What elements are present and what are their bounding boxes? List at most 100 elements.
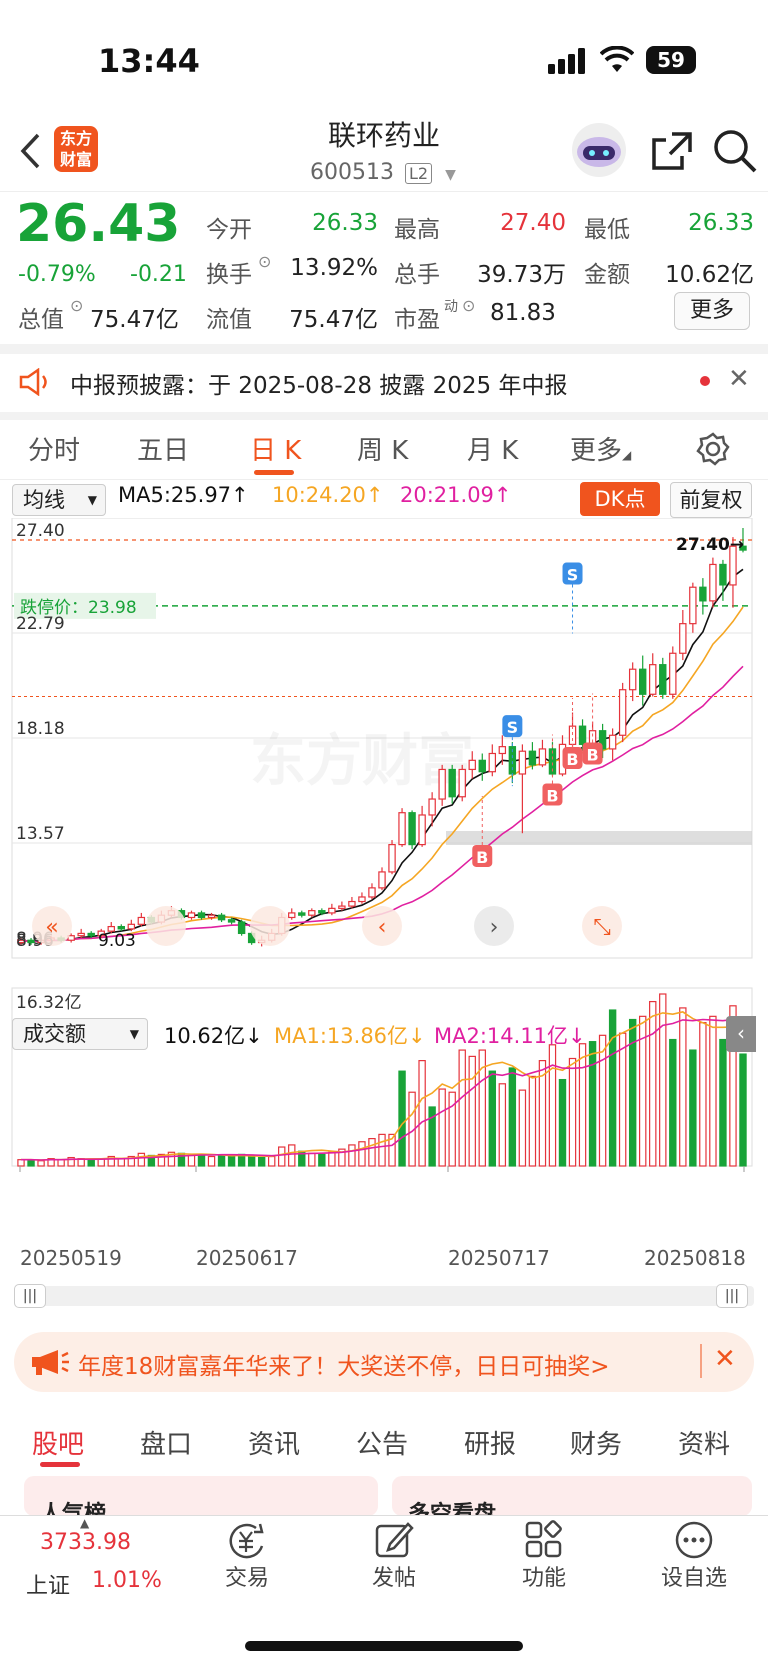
chart-nav-glyph: « <box>45 915 58 940</box>
info-dots-icon[interactable]: ⊙ <box>462 296 475 315</box>
chart-nav-button[interactable]: « <box>32 906 72 946</box>
popularity-card[interactable]: 人气榜 <box>24 1476 378 1516</box>
change-amount: -0.21 <box>130 262 187 287</box>
tab-guba[interactable]: 股吧 <box>32 1424 84 1461</box>
search-icon[interactable] <box>712 128 758 174</box>
notice-bar[interactable]: 中报预披露：于 2025-08-28 披露 2025 年中报 ✕ <box>0 352 768 410</box>
tab-weekly-k[interactable]: 周 K <box>357 430 408 467</box>
period-tabs: 分时 五日 日 K 周 K 月 K 更多◢ <box>0 420 768 480</box>
price-axis-label: 13.57 <box>16 824 65 844</box>
vol-ma1: MA1:13.86亿↓ <box>274 1020 426 1056</box>
pe-value: 81.83 <box>490 300 556 326</box>
chart-nav-glyph: ⤡ <box>593 915 611 940</box>
index-value[interactable]: 3733.98 <box>40 1530 131 1555</box>
promo-banner[interactable]: 年度18财富嘉年华来了！大奖送不停，日日可抽奖> ✕ <box>14 1332 754 1392</box>
collapse-panel-icon[interactable]: ‹ <box>726 1016 756 1052</box>
volume-label: 总手 <box>394 262 440 288</box>
close-icon[interactable]: ✕ <box>728 364 750 394</box>
vol-ma1-label: MA1:13.86亿 <box>274 1024 409 1048</box>
post-edit-icon[interactable] <box>374 1520 414 1560</box>
ma20-line <box>20 665 744 943</box>
tab-finance[interactable]: 财务 <box>570 1424 622 1461</box>
info-dots-icon[interactable]: ⊙ <box>70 296 83 315</box>
volume-bar <box>398 1070 406 1167</box>
tab-news[interactable]: 资讯 <box>248 1424 300 1461</box>
dk-points-button[interactable]: DK点 <box>580 482 660 516</box>
chart-nav-button[interactable] <box>146 906 186 946</box>
share-icon[interactable] <box>650 130 694 172</box>
megaphone-icon <box>32 1350 69 1375</box>
candle-body <box>388 843 396 873</box>
candle-body <box>618 689 627 736</box>
adjust-price-button[interactable]: 前复权 <box>670 482 752 518</box>
chart-nav-button[interactable]: › <box>474 906 514 946</box>
candle-body <box>458 768 466 798</box>
nav-functions[interactable]: 功能 <box>499 1560 589 1592</box>
tab-intraday[interactable]: 分时 <box>28 430 80 467</box>
candle-body <box>448 768 456 798</box>
volume-bar <box>739 1053 747 1167</box>
candle-body <box>338 905 346 909</box>
signal-label: B <box>476 848 488 867</box>
volume-bar <box>278 1146 286 1167</box>
indicator-selector[interactable]: 均线 ▼ <box>12 484 106 516</box>
candle <box>438 764 446 806</box>
tab-research[interactable]: 研报 <box>464 1424 516 1461</box>
tab-daily-k[interactable]: 日 K <box>250 430 301 467</box>
volume-bar <box>608 1009 617 1167</box>
battery-icon: 59 <box>646 46 696 74</box>
volume-bar <box>669 1038 677 1167</box>
nav-add-watchlist[interactable]: 设自选 <box>649 1560 739 1592</box>
volume-bar <box>618 1032 627 1167</box>
high-label: 最高 <box>394 217 440 243</box>
low-label: 最低 <box>584 217 630 243</box>
tab-pankou[interactable]: 盘口 <box>140 1424 192 1461</box>
volume-bar <box>488 1070 497 1167</box>
status-time: 13:44 <box>98 42 200 80</box>
tab-more[interactable]: 更多◢ <box>570 430 631 467</box>
stock-code-row[interactable]: 600513 L2 ▼ <box>310 160 456 185</box>
settings-gear-icon[interactable] <box>696 432 730 466</box>
signal-label: S <box>507 718 519 737</box>
nav-trade[interactable]: 交易 <box>202 1560 292 1592</box>
long-short-card[interactable]: 多空看盘 <box>392 1476 752 1516</box>
more-quote-button[interactable]: 更多 <box>674 292 750 330</box>
promo-text: 年度18财富嘉年华来了！大奖送不停，日日可抽奖> <box>78 1354 610 1380</box>
volume-bar <box>548 1044 557 1167</box>
volume-bar <box>649 1000 657 1167</box>
candle-body <box>608 734 617 750</box>
caret-up-icon: ▲ <box>80 1516 90 1530</box>
candle-body <box>418 814 426 846</box>
range-handle-left[interactable]: ||| <box>14 1284 46 1308</box>
volume-indicator-selector[interactable]: 成交额 ▼ <box>12 1018 148 1050</box>
volume-bar <box>659 993 667 1167</box>
tab-profile[interactable]: 资料 <box>678 1424 730 1461</box>
trade-yen-icon[interactable] <box>226 1520 268 1560</box>
functions-grid-icon[interactable] <box>524 1520 564 1560</box>
tab-five-day[interactable]: 五日 <box>137 430 189 467</box>
candle <box>127 919 136 932</box>
candle <box>709 557 717 608</box>
close-icon[interactable]: ✕ <box>714 1344 736 1374</box>
chart-nav-button[interactable]: ‹ <box>362 906 402 946</box>
tab-monthly-k[interactable]: 月 K <box>467 430 518 467</box>
down-arrow-icon: ↓ <box>245 1024 263 1048</box>
candle-body <box>288 912 296 919</box>
candle <box>237 919 246 936</box>
chart-nav-button[interactable]: ⤡ <box>582 906 622 946</box>
candle-body <box>438 768 446 800</box>
volume-bar <box>227 1155 236 1167</box>
chart-nav-button[interactable] <box>250 906 290 946</box>
info-dots-icon[interactable]: ⊙ <box>258 252 271 271</box>
volume-bar <box>187 1154 196 1167</box>
kline-chart[interactable]: 东方财富跌停价：23.9827.4022.7918.1813.578.9627.… <box>0 518 768 1238</box>
candle-body <box>699 586 707 602</box>
volume-bar <box>438 1088 446 1167</box>
robot-avatar-icon[interactable] <box>570 122 628 178</box>
watchlist-dots-icon[interactable] <box>674 1520 714 1560</box>
range-handle-right[interactable]: ||| <box>716 1284 748 1308</box>
tab-announcements[interactable]: 公告 <box>356 1424 408 1461</box>
nav-post[interactable]: 发帖 <box>349 1560 439 1592</box>
range-scrollbar[interactable] <box>14 1286 754 1306</box>
volume-bar <box>358 1141 366 1167</box>
